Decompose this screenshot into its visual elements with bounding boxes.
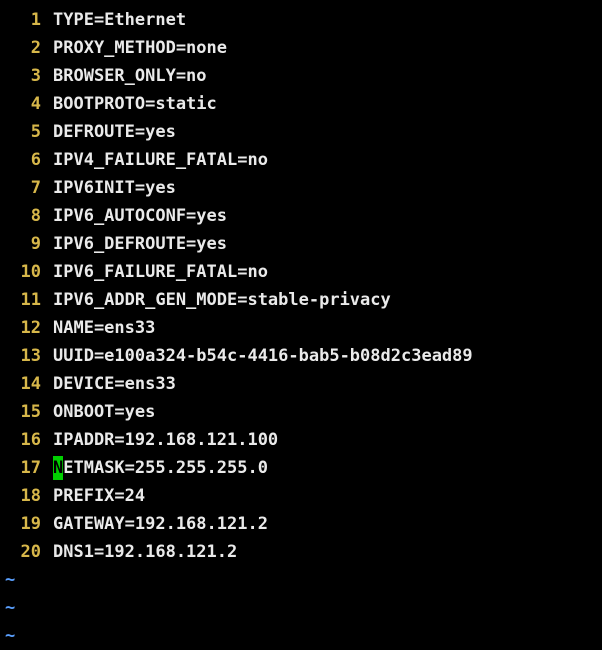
line-text[interactable]: NAME=ens33 <box>53 314 155 342</box>
line-number: 16 <box>20 430 41 450</box>
editor-line[interactable]: 4 BOOTPROTO=static <box>0 90 602 118</box>
line-text[interactable]: IPV6_AUTOCONF=yes <box>53 202 227 230</box>
line-text[interactable]: PREFIX=24 <box>53 482 145 510</box>
line-text[interactable]: PROXY_METHOD=none <box>53 34 227 62</box>
vim-editor[interactable]: 1 TYPE=Ethernet 2 PROXY_METHOD=none 3 BROWS… <box>0 6 602 647</box>
editor-line[interactable]: 10 IPV6_FAILURE_FATAL=no <box>0 258 602 286</box>
editor-line[interactable]: 5 DEFROUTE=yes <box>0 118 602 146</box>
line-text[interactable]: ONBOOT=yes <box>53 398 155 426</box>
editor-line[interactable]: 16 IPADDR=192.168.121.100 <box>0 426 602 454</box>
line-text[interactable]: DEFROUTE=yes <box>53 118 176 146</box>
editor-line[interactable]: 14 DEVICE=ens33 <box>0 370 602 398</box>
line-number: 11 <box>20 290 41 310</box>
line-text[interactable]: IPADDR=192.168.121.100 <box>53 426 278 454</box>
line-number: 17 <box>20 458 41 478</box>
line-text[interactable]: IPV6_DEFROUTE=yes <box>53 230 227 258</box>
line-number: 19 <box>20 514 41 534</box>
line-number: 10 <box>20 262 41 282</box>
editor-line[interactable]: 7 IPV6INIT=yes <box>0 174 602 202</box>
editor-line[interactable]: 19 GATEWAY=192.168.121.2 <box>0 510 602 538</box>
line-text[interactable]: DNS1=192.168.121.2 <box>53 538 237 566</box>
editor-line[interactable]: 1 TYPE=Ethernet <box>0 6 602 34</box>
line-text[interactable]: BROWSER_ONLY=no <box>53 62 207 90</box>
editor-line[interactable]: 12 NAME=ens33 <box>0 314 602 342</box>
editor-line[interactable]: 9 IPV6_DEFROUTE=yes <box>0 230 602 258</box>
line-text[interactable]: IPV6INIT=yes <box>53 174 176 202</box>
line-number: 1 <box>30 10 41 30</box>
line-text[interactable]: BOOTPROTO=static <box>53 90 217 118</box>
editor-line[interactable]: 11 IPV6_ADDR_GEN_MODE=stable-privacy <box>0 286 602 314</box>
editor-line[interactable]: 6 IPV4_FAILURE_FATAL=no <box>0 146 602 174</box>
empty-line-tilde: ~ <box>5 598 16 618</box>
line-text[interactable]: GATEWAY=192.168.121.2 <box>53 510 268 538</box>
line-number: 6 <box>30 150 41 170</box>
editor-line[interactable]: 3 BROWSER_ONLY=no <box>0 62 602 90</box>
empty-line-tilde: ~ <box>5 626 16 646</box>
line-text[interactable]: IPV4_FAILURE_FATAL=no <box>53 146 268 174</box>
editor-line[interactable]: 18 PREFIX=24 <box>0 482 602 510</box>
line-number: 8 <box>30 206 41 226</box>
line-number: 20 <box>20 542 41 562</box>
text-cursor[interactable]: N <box>53 456 64 480</box>
line-number: 5 <box>30 122 41 142</box>
line-number: 15 <box>20 402 41 422</box>
line-text[interactable]: IPV6_FAILURE_FATAL=no <box>53 258 268 286</box>
editor-line-cursor[interactable]: 17 N ETMASK=255.255.255.0 <box>0 454 602 482</box>
line-number: 4 <box>30 94 41 114</box>
line-text[interactable]: DEVICE=ens33 <box>53 370 176 398</box>
editor-line[interactable]: 15 ONBOOT=yes <box>0 398 602 426</box>
line-text[interactable]: ETMASK=255.255.255.0 <box>63 454 268 482</box>
editor-line[interactable]: 8 IPV6_AUTOCONF=yes <box>0 202 602 230</box>
line-number: 9 <box>30 234 41 254</box>
editor-line[interactable]: 2 PROXY_METHOD=none <box>0 34 602 62</box>
line-number: 12 <box>20 318 41 338</box>
line-text[interactable]: IPV6_ADDR_GEN_MODE=stable-privacy <box>53 286 391 314</box>
editor-line[interactable]: 13 UUID=e100a324-b54c-4416-bab5-b08d2c3ea… <box>0 342 602 370</box>
editor-line[interactable]: 20 DNS1=192.168.121.2 <box>0 538 602 566</box>
line-number: 18 <box>20 486 41 506</box>
line-text[interactable]: TYPE=Ethernet <box>53 6 186 34</box>
empty-line-tilde: ~ <box>5 570 16 590</box>
line-text[interactable]: UUID=e100a324-b54c-4416-bab5-b08d2c3ead8… <box>53 342 473 370</box>
line-number: 7 <box>30 178 41 198</box>
line-number: 14 <box>20 374 41 394</box>
line-number: 3 <box>30 66 41 86</box>
line-number: 13 <box>20 346 41 366</box>
line-number: 2 <box>30 38 41 58</box>
